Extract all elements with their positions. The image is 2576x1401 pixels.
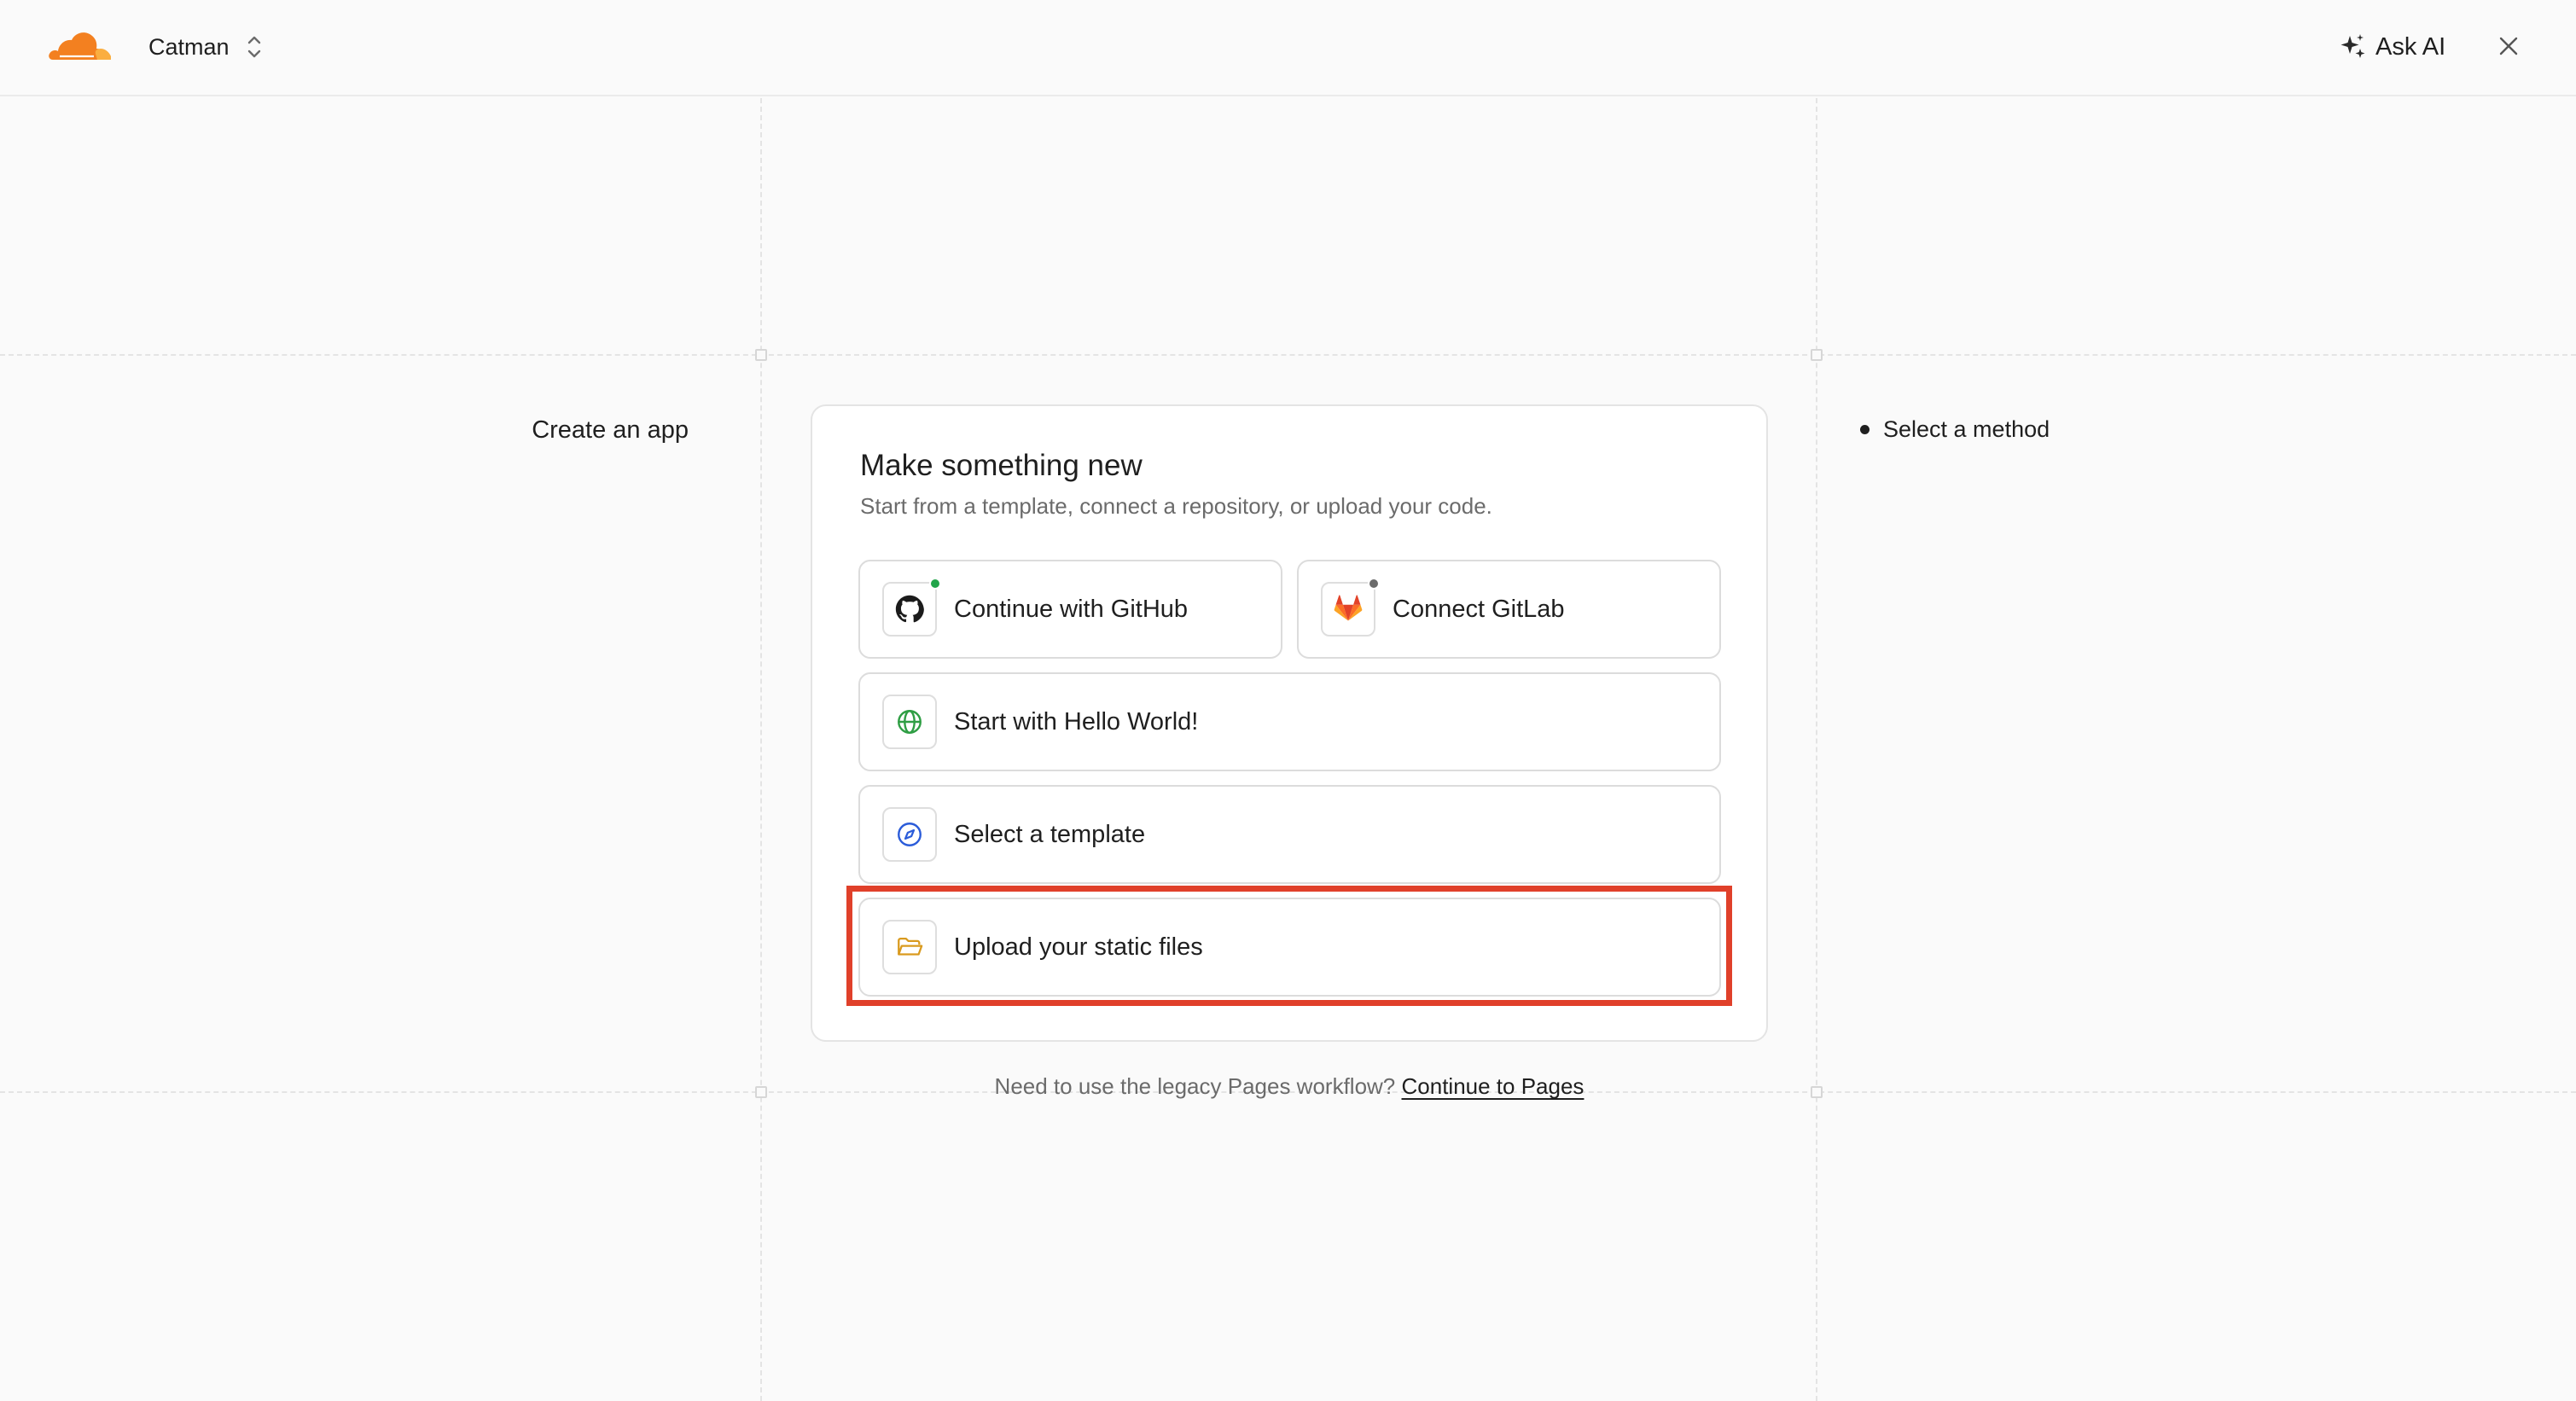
guide-corner-node (1811, 349, 1823, 361)
close-button[interactable] (2492, 29, 2526, 63)
create-app-card: Make something new Start from a template… (811, 404, 1768, 1042)
gitlab-icon-box (1321, 578, 1380, 637)
account-switcher[interactable]: Catman (148, 26, 264, 68)
compass-icon (898, 823, 922, 846)
option-label: Continue with GitHub (954, 595, 1189, 623)
compass-icon-box (882, 807, 937, 862)
guide-corner-node (755, 349, 767, 361)
step-indicator: Select a method (1860, 416, 2050, 443)
step-label-select-method: Select a method (1883, 416, 2050, 442)
guide-line-vertical (1816, 98, 1817, 1401)
guide-corner-node (755, 1086, 767, 1098)
top-bar: Catman Ask AI (0, 0, 2576, 96)
guide-line-horizontal (0, 354, 2576, 356)
sparkle-icon (2340, 34, 2365, 58)
connect-gitlab-button[interactable]: Connect GitLab (1297, 560, 1721, 659)
folder-open-icon (898, 937, 923, 956)
option-label: Select a template (954, 820, 1146, 848)
gitlab-icon (1334, 595, 1363, 621)
guide-corner-node (1811, 1086, 1823, 1098)
page-title: Create an app (532, 416, 689, 444)
disconnected-status-dot (1368, 578, 1380, 590)
start-with-hello-world-button[interactable]: Start with Hello World! (858, 672, 1721, 771)
select-a-template-button[interactable]: Select a template (858, 785, 1721, 884)
chevron-up-down-icon (247, 36, 260, 58)
globe-icon (898, 710, 922, 734)
account-name: Catman (148, 33, 230, 60)
cloudflare-logo-icon[interactable] (48, 26, 113, 63)
card-subtitle: Start from a template, connect a reposit… (860, 493, 1492, 519)
step-active-dot (1860, 425, 1869, 434)
legacy-pages-note: Need to use the legacy Pages workflow? C… (811, 1073, 1768, 1100)
card-title: Make something new (860, 449, 1143, 482)
globe-icon-box (882, 695, 937, 749)
option-label: Start with Hello World! (954, 707, 1199, 735)
github-icon (895, 595, 924, 623)
github-icon-box (882, 578, 941, 637)
upload-static-files-button[interactable]: Upload your static files (858, 898, 1721, 997)
folder-open-icon-box (882, 920, 937, 974)
guide-line-vertical (760, 98, 762, 1401)
option-label: Connect GitLab (1393, 595, 1565, 623)
legacy-note-text: Need to use the legacy Pages workflow? (994, 1073, 1396, 1099)
option-label: Upload your static files (954, 933, 1203, 961)
connected-status-dot (929, 578, 941, 590)
ask-ai-button[interactable]: Ask AI (2338, 26, 2445, 68)
close-icon (2499, 37, 2518, 55)
continue-with-github-button[interactable]: Continue with GitHub (858, 560, 1282, 659)
continue-to-pages-link[interactable]: Continue to Pages (1402, 1073, 1585, 1099)
ask-ai-label: Ask AI (2375, 32, 2446, 61)
